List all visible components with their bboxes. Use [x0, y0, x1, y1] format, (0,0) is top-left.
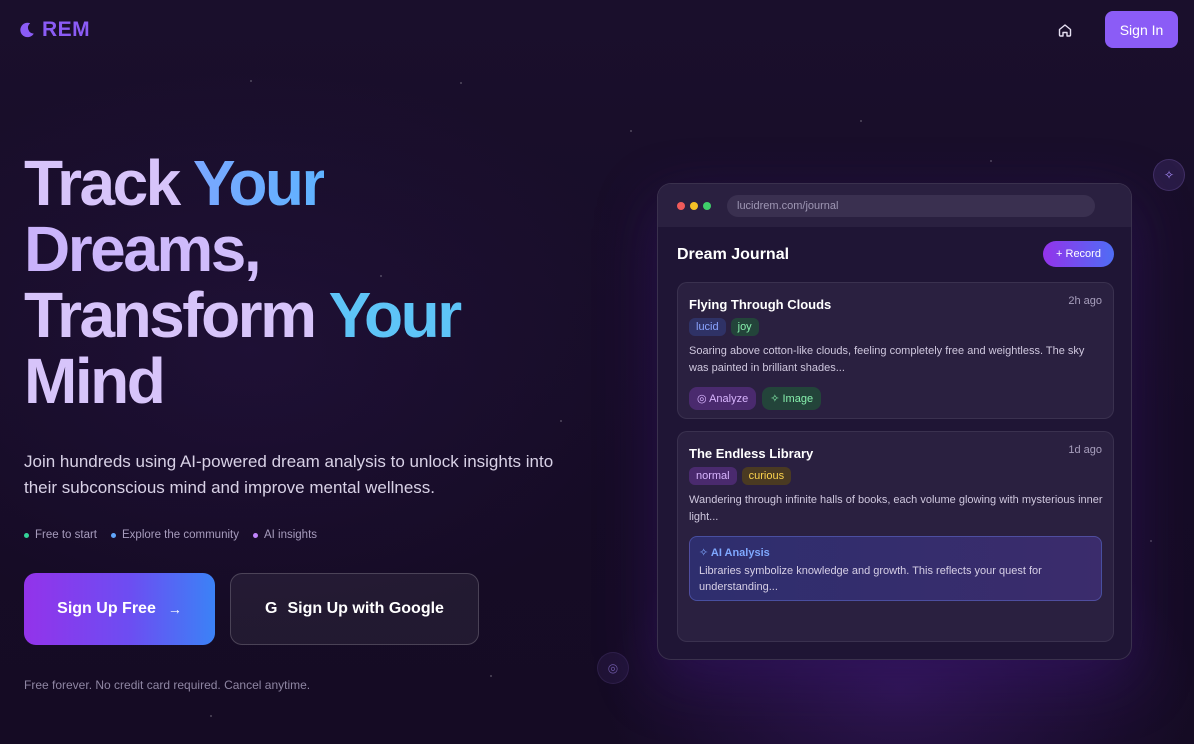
headline-word: Transform [24, 279, 317, 351]
maximize-dot [703, 201, 711, 210]
brain-icon: ◎ [597, 652, 629, 684]
moon-icon [20, 22, 34, 38]
headline-word: Dreams, [24, 216, 460, 282]
sparkles-icon: ✧ [1153, 159, 1185, 191]
hero-headline: Track Your Dreams, Transform Your Mind [24, 147, 463, 417]
hero-subtitle: Join hundreds using AI-powered dream ana… [24, 452, 554, 497]
headline-word: Track [24, 147, 181, 219]
ai-analysis-box: ✧ AI Analysis Libraries symbolize knowle… [689, 536, 1102, 601]
star [460, 82, 462, 84]
entry-time: 1d ago [1068, 444, 1102, 456]
feature-label: Free to start [35, 529, 97, 541]
entry-title: Flying Through Clouds [689, 297, 832, 312]
sparkles-icon: ✧ [699, 547, 709, 559]
entry-actions: ◎ Analyze ✧ Image [689, 387, 822, 410]
fineprint: Free forever. No credit card required. C… [24, 678, 311, 692]
feature-label: Explore the community [122, 529, 239, 541]
star [490, 675, 492, 677]
star [1150, 540, 1152, 542]
star [250, 80, 252, 82]
sparkles-icon: ✧ [770, 393, 780, 405]
star [860, 120, 862, 122]
sign-up-google-button[interactable]: G Sign Up with Google [230, 573, 479, 645]
tag: lucid [689, 318, 726, 336]
star [560, 420, 562, 422]
window-titlebar: lucidrem.com/journal [658, 184, 1131, 227]
record-button[interactable]: + Record [1043, 241, 1114, 267]
ai-analysis-title: AI Analysis [710, 547, 770, 559]
brain-icon: ◎ [697, 393, 707, 405]
dream-entry-card[interactable]: Flying Through Clouds 2h ago lucid joy S… [677, 282, 1114, 419]
sign-in-button[interactable]: Sign In [1105, 11, 1178, 48]
tag: normal [689, 467, 737, 485]
entry-text: Soaring above cotton-like clouds, feelin… [689, 345, 1085, 374]
feature-label: AI insights [263, 529, 318, 541]
url-bar: lucidrem.com/journal [727, 194, 1095, 217]
feature-list: Free to start Explore the community AI i… [24, 529, 317, 541]
journal-preview-window: lucidrem.com/journal Dream Journal + Rec… [657, 183, 1132, 660]
sign-up-google-label: Sign Up with Google [287, 600, 444, 617]
tag-list: normal curious [689, 467, 792, 485]
tag-list: lucid joy [689, 318, 759, 336]
tag: curious [741, 467, 792, 485]
bullet-dot [111, 532, 116, 538]
analyze-button[interactable]: ◎ Analyze [689, 387, 757, 410]
sign-up-free-button[interactable]: Sign Up Free → [24, 573, 215, 645]
entry-time: 2h ago [1068, 295, 1102, 307]
home-icon[interactable] [1057, 22, 1073, 38]
minimize-dot [690, 201, 698, 210]
star [210, 715, 212, 717]
bullet-dot [252, 532, 258, 538]
sign-up-free-label: Sign Up Free [57, 600, 156, 617]
ai-analysis-heading: ✧ AI Analysis [699, 546, 1092, 559]
ai-analysis-text: Libraries symbolize knowledge and growth… [699, 565, 1042, 593]
headline-word: Your [328, 279, 463, 351]
brand-name: REM [42, 18, 91, 41]
entry-title: The Endless Library [689, 446, 814, 461]
arrow-right-icon: → [167, 601, 182, 617]
feature-item: Free to start [24, 529, 97, 541]
entry-text: Wandering through infinite halls of book… [689, 494, 1103, 523]
journal-title: Dream Journal [677, 246, 790, 263]
google-icon: G [265, 600, 278, 617]
feature-item: Explore the community [111, 529, 239, 541]
feature-item: AI insights [252, 529, 318, 541]
dream-entry-card[interactable]: The Endless Library 1d ago normal curiou… [677, 431, 1114, 642]
image-label: Image [782, 393, 814, 405]
headline-word: Your [192, 147, 327, 219]
brand-logo[interactable]: REM [18, 18, 90, 42]
image-button[interactable]: ✧ Image [762, 387, 822, 410]
star [630, 130, 632, 132]
headline-word: Mind [24, 345, 166, 417]
bullet-dot [24, 532, 29, 538]
analyze-label: Analyze [709, 393, 749, 405]
close-dot [677, 201, 685, 210]
star [990, 160, 992, 162]
tag: joy [730, 318, 759, 336]
